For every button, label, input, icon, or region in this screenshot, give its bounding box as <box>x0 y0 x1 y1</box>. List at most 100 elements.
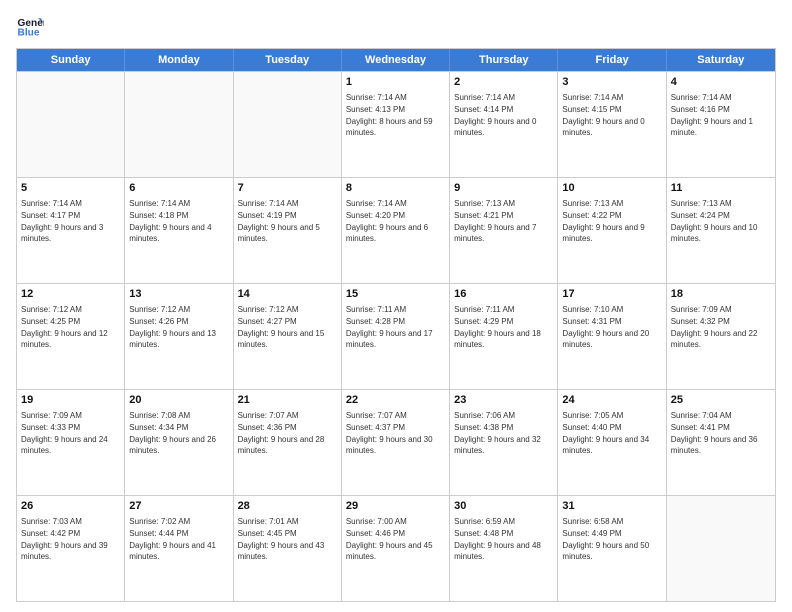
day-number: 7 <box>238 181 337 196</box>
calendar-row-4: 19Sunrise: 7:09 AMSunset: 4:33 PMDayligh… <box>17 389 775 495</box>
day-number: 26 <box>21 499 120 514</box>
calendar-cell-day-21: 21Sunrise: 7:07 AMSunset: 4:36 PMDayligh… <box>234 390 342 495</box>
calendar-cell-day-8: 8 Sunrise: 7:14 AMSunset: 4:20 PMDaylight… <box>342 178 450 283</box>
calendar-cell-day-31: 31Sunrise: 6:58 AMSunset: 4:49 PMDayligh… <box>558 496 666 601</box>
day-number: 28 <box>238 499 337 514</box>
cell-info: Sunrise: 7:13 AMSunset: 4:21 PMDaylight:… <box>454 198 553 244</box>
cell-info: Sunrise: 7:14 AMSunset: 4:20 PMDaylight:… <box>346 198 445 244</box>
calendar-cell-day-28: 28 Sunrise: 7:01 AMSunset: 4:45 PMDayligh… <box>234 496 342 601</box>
calendar-row-5: 26 Sunrise: 7:03 AMSunset: 4:42 PMDayligh… <box>17 495 775 601</box>
day-number: 1 <box>346 75 445 90</box>
cell-info: Sunrise: 7:11 AMSunset: 4:28 PMDaylight:… <box>346 304 445 350</box>
calendar-body: 1 Sunrise: 7:14 AMSunset: 4:13 PMDaylight… <box>17 71 775 601</box>
calendar-cell-empty <box>667 496 775 601</box>
weekday-header-tuesday: Tuesday <box>234 49 342 71</box>
calendar-cell-empty <box>125 72 233 177</box>
cell-info: Sunrise: 7:14 AMSunset: 4:18 PMDaylight:… <box>129 198 228 244</box>
day-number: 23 <box>454 393 553 408</box>
calendar-cell-day-27: 27 Sunrise: 7:02 AMSunset: 4:44 PMDayligh… <box>125 496 233 601</box>
logo: General Blue <box>16 12 48 40</box>
cell-info: Sunrise: 7:03 AMSunset: 4:42 PMDaylight:… <box>21 516 120 562</box>
day-number: 30 <box>454 499 553 514</box>
day-number: 21 <box>238 393 337 408</box>
cell-info: Sunrise: 7:09 AMSunset: 4:32 PMDaylight:… <box>671 304 771 350</box>
cell-info: Sunrise: 7:14 AMSunset: 4:17 PMDaylight:… <box>21 198 120 244</box>
day-number: 6 <box>129 181 228 196</box>
day-number: 15 <box>346 287 445 302</box>
day-number: 13 <box>129 287 228 302</box>
cell-info: Sunrise: 7:14 AMSunset: 4:13 PMDaylight:… <box>346 92 445 138</box>
calendar-cell-day-14: 14 Sunrise: 7:12 AMSunset: 4:27 PMDayligh… <box>234 284 342 389</box>
logo-icon: General Blue <box>16 12 44 40</box>
day-number: 24 <box>562 393 661 408</box>
day-number: 18 <box>671 287 771 302</box>
cell-info: Sunrise: 7:04 AMSunset: 4:41 PMDaylight:… <box>671 410 771 456</box>
cell-info: Sunrise: 7:14 AMSunset: 4:15 PMDaylight:… <box>562 92 661 138</box>
calendar-cell-day-20: 20Sunrise: 7:08 AMSunset: 4:34 PMDayligh… <box>125 390 233 495</box>
cell-info: Sunrise: 7:01 AMSunset: 4:45 PMDaylight:… <box>238 516 337 562</box>
calendar-cell-day-26: 26 Sunrise: 7:03 AMSunset: 4:42 PMDayligh… <box>17 496 125 601</box>
cell-info: Sunrise: 7:05 AMSunset: 4:40 PMDaylight:… <box>562 410 661 456</box>
weekday-header-friday: Friday <box>558 49 666 71</box>
svg-text:Blue: Blue <box>18 27 40 38</box>
cell-info: Sunrise: 7:08 AMSunset: 4:34 PMDaylight:… <box>129 410 228 456</box>
day-number: 16 <box>454 287 553 302</box>
weekday-header-monday: Monday <box>125 49 233 71</box>
calendar-cell-day-16: 16 Sunrise: 7:11 AMSunset: 4:29 PMDayligh… <box>450 284 558 389</box>
cell-info: Sunrise: 7:06 AMSunset: 4:38 PMDaylight:… <box>454 410 553 456</box>
day-number: 22 <box>346 393 445 408</box>
calendar-cell-day-4: 4 Sunrise: 7:14 AMSunset: 4:16 PMDaylight… <box>667 72 775 177</box>
cell-info: Sunrise: 6:59 AMSunset: 4:48 PMDaylight:… <box>454 516 553 562</box>
day-number: 4 <box>671 75 771 90</box>
day-number: 14 <box>238 287 337 302</box>
cell-info: Sunrise: 7:14 AMSunset: 4:14 PMDaylight:… <box>454 92 553 138</box>
calendar-cell-empty <box>17 72 125 177</box>
cell-info: Sunrise: 7:07 AMSunset: 4:37 PMDaylight:… <box>346 410 445 456</box>
day-number: 9 <box>454 181 553 196</box>
calendar-row-1: 1 Sunrise: 7:14 AMSunset: 4:13 PMDaylight… <box>17 71 775 177</box>
cell-info: Sunrise: 7:12 AMSunset: 4:27 PMDaylight:… <box>238 304 337 350</box>
calendar-header: SundayMondayTuesdayWednesdayThursdayFrid… <box>17 49 775 71</box>
calendar-cell-day-11: 11 Sunrise: 7:13 AMSunset: 4:24 PMDayligh… <box>667 178 775 283</box>
day-number: 27 <box>129 499 228 514</box>
calendar-cell-day-9: 9 Sunrise: 7:13 AMSunset: 4:21 PMDaylight… <box>450 178 558 283</box>
day-number: 12 <box>21 287 120 302</box>
cell-info: Sunrise: 7:14 AMSunset: 4:19 PMDaylight:… <box>238 198 337 244</box>
day-number: 29 <box>346 499 445 514</box>
calendar-cell-day-5: 5 Sunrise: 7:14 AMSunset: 4:17 PMDaylight… <box>17 178 125 283</box>
cell-info: Sunrise: 7:12 AMSunset: 4:25 PMDaylight:… <box>21 304 120 350</box>
cell-info: Sunrise: 7:02 AMSunset: 4:44 PMDaylight:… <box>129 516 228 562</box>
calendar-cell-day-24: 24 Sunrise: 7:05 AMSunset: 4:40 PMDayligh… <box>558 390 666 495</box>
calendar-cell-day-10: 10 Sunrise: 7:13 AMSunset: 4:22 PMDayligh… <box>558 178 666 283</box>
calendar-cell-empty <box>234 72 342 177</box>
calendar-cell-day-30: 30 Sunrise: 6:59 AMSunset: 4:48 PMDayligh… <box>450 496 558 601</box>
day-number: 25 <box>671 393 771 408</box>
calendar-cell-day-2: 2 Sunrise: 7:14 AMSunset: 4:14 PMDaylight… <box>450 72 558 177</box>
day-number: 11 <box>671 181 771 196</box>
weekday-header-wednesday: Wednesday <box>342 49 450 71</box>
calendar-cell-day-17: 17Sunrise: 7:10 AMSunset: 4:31 PMDayligh… <box>558 284 666 389</box>
day-number: 10 <box>562 181 661 196</box>
cell-info: Sunrise: 7:10 AMSunset: 4:31 PMDaylight:… <box>562 304 661 350</box>
calendar-cell-day-3: 3Sunrise: 7:14 AMSunset: 4:15 PMDaylight… <box>558 72 666 177</box>
day-number: 2 <box>454 75 553 90</box>
calendar-row-2: 5 Sunrise: 7:14 AMSunset: 4:17 PMDaylight… <box>17 177 775 283</box>
day-number: 8 <box>346 181 445 196</box>
calendar-cell-day-19: 19Sunrise: 7:09 AMSunset: 4:33 PMDayligh… <box>17 390 125 495</box>
calendar-cell-day-7: 7 Sunrise: 7:14 AMSunset: 4:19 PMDaylight… <box>234 178 342 283</box>
day-number: 31 <box>562 499 661 514</box>
page: General Blue SundayMondayTuesdayWednesda… <box>0 0 792 612</box>
cell-info: Sunrise: 7:13 AMSunset: 4:24 PMDaylight:… <box>671 198 771 244</box>
weekday-header-saturday: Saturday <box>667 49 775 71</box>
calendar: SundayMondayTuesdayWednesdayThursdayFrid… <box>16 48 776 602</box>
weekday-header-sunday: Sunday <box>17 49 125 71</box>
calendar-cell-day-13: 13 Sunrise: 7:12 AMSunset: 4:26 PMDayligh… <box>125 284 233 389</box>
header: General Blue <box>16 12 776 40</box>
day-number: 5 <box>21 181 120 196</box>
cell-info: Sunrise: 7:12 AMSunset: 4:26 PMDaylight:… <box>129 304 228 350</box>
cell-info: Sunrise: 7:11 AMSunset: 4:29 PMDaylight:… <box>454 304 553 350</box>
cell-info: Sunrise: 7:13 AMSunset: 4:22 PMDaylight:… <box>562 198 661 244</box>
calendar-cell-day-6: 6 Sunrise: 7:14 AMSunset: 4:18 PMDaylight… <box>125 178 233 283</box>
cell-info: Sunrise: 7:14 AMSunset: 4:16 PMDaylight:… <box>671 92 771 138</box>
calendar-cell-day-12: 12 Sunrise: 7:12 AMSunset: 4:25 PMDayligh… <box>17 284 125 389</box>
